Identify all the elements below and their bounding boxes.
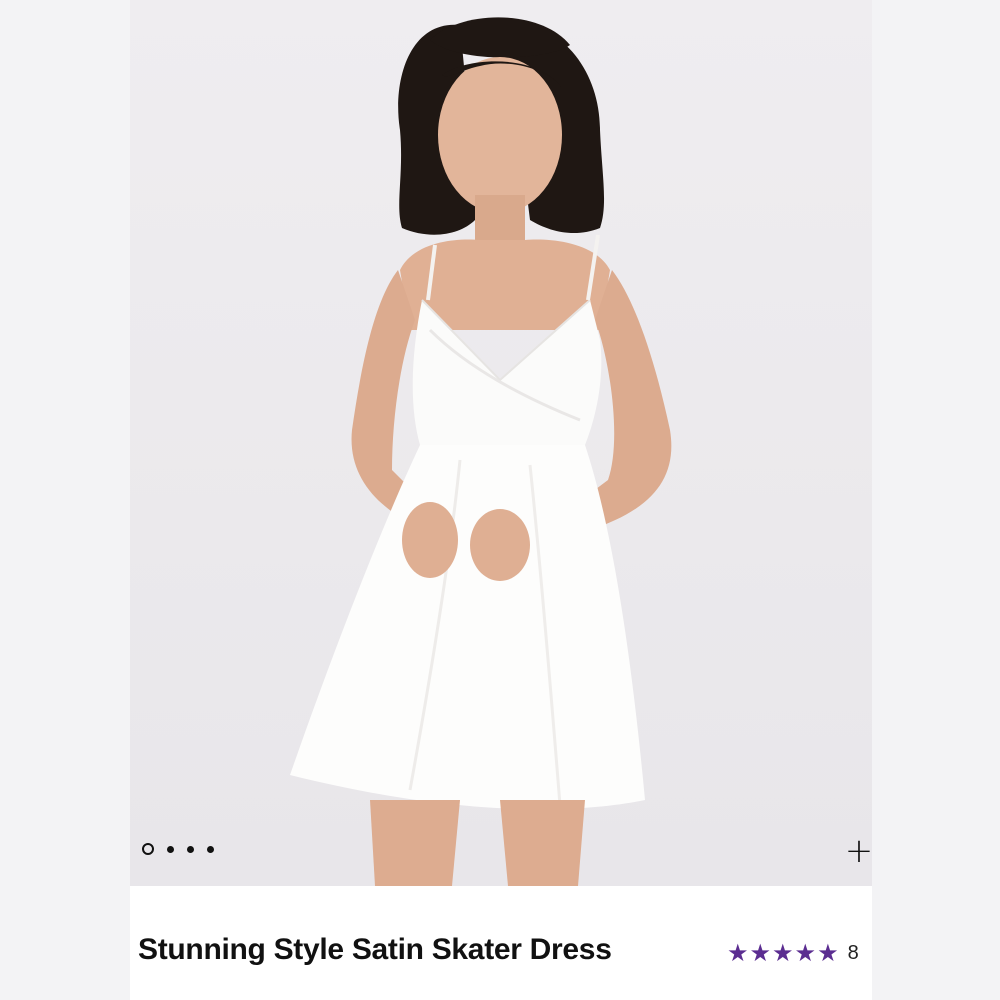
model-illustration	[290, 17, 672, 886]
carousel-dot[interactable]	[167, 845, 174, 853]
carousel-dot[interactable]	[207, 845, 214, 853]
product-info: Stunning Style Satin Skater Dress ★ ★ ★ …	[130, 886, 872, 1000]
product-title: Stunning Style Satin Skater Dress	[138, 933, 612, 966]
carousel-dot-active[interactable]	[142, 843, 154, 855]
carousel-dot[interactable]	[187, 845, 194, 853]
review-count[interactable]: 8	[848, 942, 859, 965]
star-icon: ★	[817, 939, 839, 967]
page-margin-left	[0, 0, 130, 1000]
page-margin-right	[872, 0, 1000, 1000]
star-icon: ★	[794, 939, 817, 967]
product-card: + Stunning Style Satin Skater Dress ★ ★ …	[130, 0, 872, 1000]
star-icon: ★	[749, 939, 772, 967]
carousel-indicators	[142, 843, 214, 855]
star-icon: ★	[772, 939, 794, 967]
product-rating[interactable]: ★ ★ ★ ★ ★ 8	[727, 941, 859, 965]
plus-icon[interactable]: +	[844, 834, 872, 868]
star-icon: ★	[727, 939, 749, 967]
product-image[interactable]: +	[130, 0, 872, 886]
